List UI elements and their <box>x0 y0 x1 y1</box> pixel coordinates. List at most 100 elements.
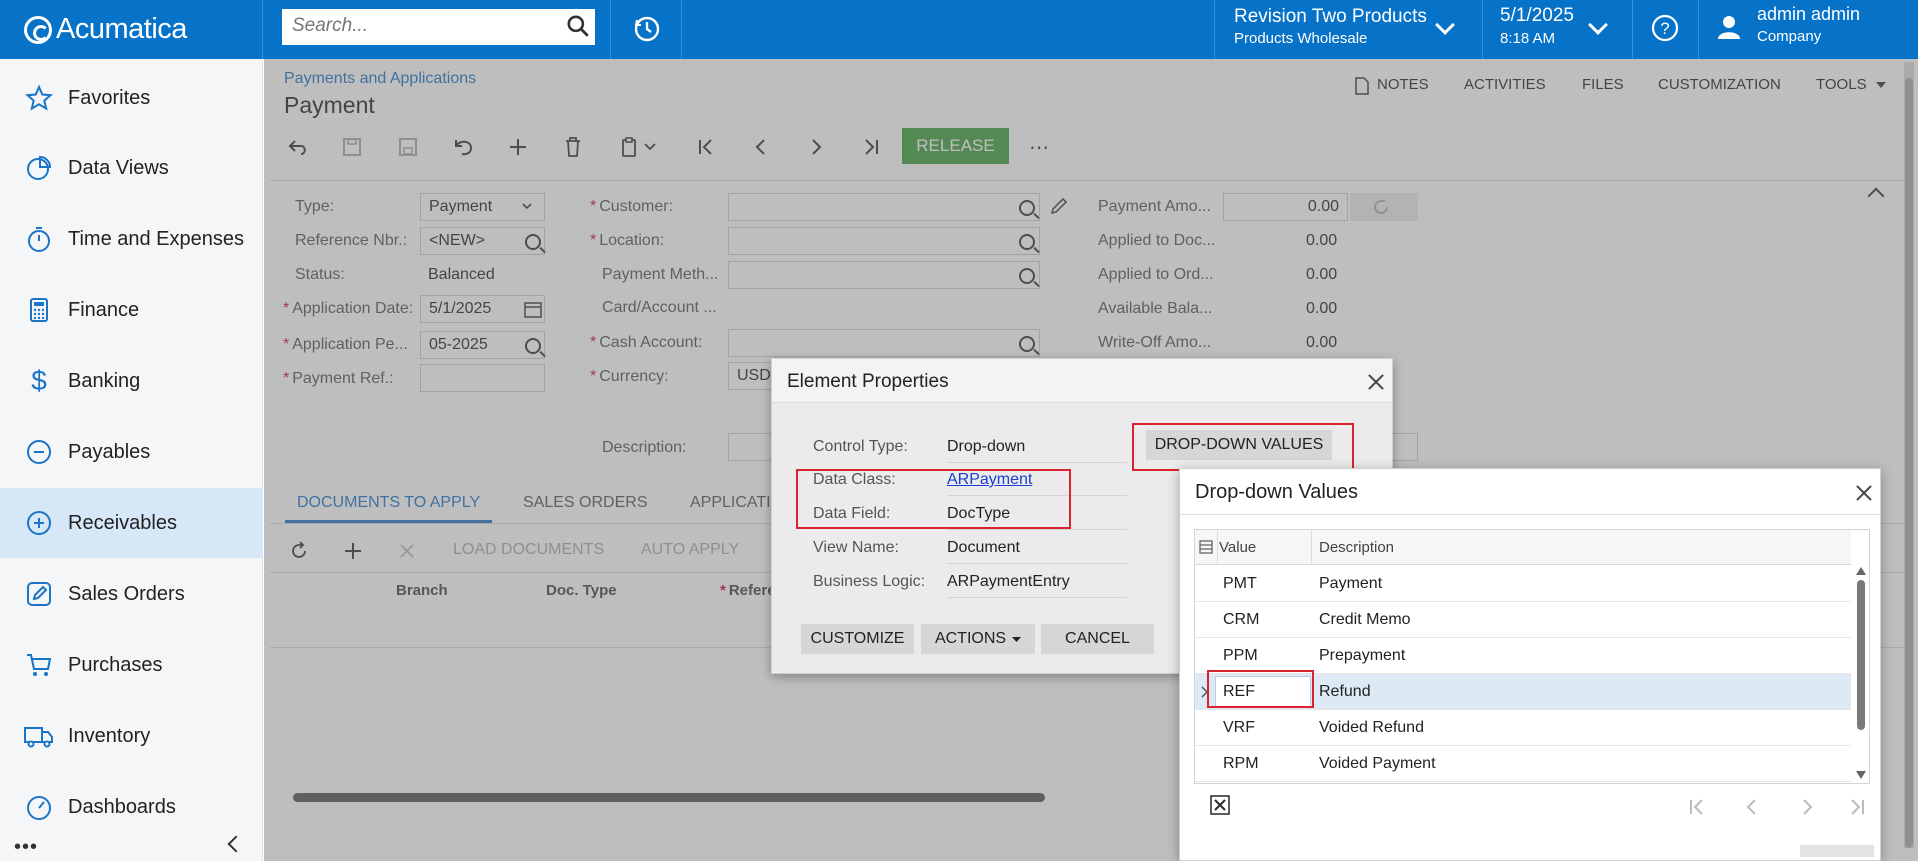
grid-vertical-scrollbar[interactable] <box>1853 565 1869 783</box>
sidebar-more-button[interactable]: ••• <box>14 836 38 859</box>
company-switcher[interactable]: Revision Two Products Products Wholesale <box>1234 6 1427 47</box>
sidebar-item-label: Payables <box>68 440 151 463</box>
business-date-switcher[interactable]: 5/1/2025 8:18 AM <box>1500 5 1574 47</box>
gauge-icon <box>24 792 54 822</box>
chevron-down-icon[interactable] <box>1435 15 1455 35</box>
branch-name: Products Wholesale <box>1234 30 1368 47</box>
history-button[interactable] <box>622 9 672 49</box>
sidebar-item-receivables[interactable]: Receivables <box>0 488 263 558</box>
pie-chart-icon <box>24 153 54 183</box>
scroll-down-icon[interactable] <box>1856 771 1866 779</box>
customize-button[interactable]: CUSTOMIZE <box>801 624 914 654</box>
dollar-icon: $ <box>31 365 47 396</box>
truck-icon <box>24 721 54 751</box>
svg-text:?: ? <box>1660 19 1669 38</box>
sidebar-item-data-views[interactable]: Data Views <box>0 133 263 203</box>
dialog-title: Element Properties <box>787 371 949 392</box>
column-header-value[interactable]: Value <box>1219 539 1256 556</box>
next-page-icon[interactable] <box>1798 798 1816 816</box>
divider <box>610 0 611 59</box>
history-icon <box>634 16 660 42</box>
sidebar-item-finance[interactable]: Finance <box>0 275 263 345</box>
sidebar-item-label: Sales Orders <box>68 582 185 605</box>
divider <box>1214 0 1215 59</box>
table-row[interactable]: CRM Credit Memo <box>1195 602 1851 638</box>
sidebar-item-label: Favorites <box>68 86 151 109</box>
drop-down-values-grid: Value Description PMT Payment CRM Credit… <box>1194 529 1870 784</box>
sidebar-item-favorites[interactable]: Favorites <box>0 63 263 133</box>
user-icon[interactable] <box>1715 13 1743 41</box>
description-cell: Voided Refund <box>1319 719 1424 736</box>
description-cell: Refund <box>1319 683 1371 700</box>
drop-down-values-highlight <box>1132 423 1354 471</box>
company-name: Revision Two Products <box>1234 6 1427 27</box>
control-type-value: Drop-down <box>947 438 1026 455</box>
value-cell: PPM <box>1223 647 1258 664</box>
close-icon[interactable] <box>1367 373 1385 391</box>
divider <box>947 462 1127 463</box>
sidebar-item-label: Finance <box>68 298 140 321</box>
scrollbar-thumb[interactable] <box>1857 580 1865 730</box>
edit-icon <box>24 579 54 609</box>
divider <box>1311 530 1312 565</box>
divider <box>947 563 1127 564</box>
sidebar-item-payables[interactable]: Payables <box>0 417 263 487</box>
star-icon <box>24 83 54 113</box>
view-name-label: View Name: <box>813 539 899 556</box>
cancel-button[interactable]: CANCEL <box>1041 624 1154 654</box>
sidebar-item-banking[interactable]: $ Banking <box>0 346 263 416</box>
sidebar-item-label: Time and Expenses <box>68 227 245 250</box>
global-search-input[interactable]: Search... <box>282 9 595 45</box>
dialog-header: Element Properties <box>772 359 1392 403</box>
previous-page-icon[interactable] <box>1743 798 1761 816</box>
description-cell: Prepayment <box>1319 647 1406 664</box>
sidebar: Favorites Data Views Time and Expenses F… <box>0 59 263 861</box>
last-page-icon[interactable] <box>1848 798 1866 816</box>
table-row[interactable]: RPM Voided Payment <box>1195 746 1851 782</box>
grid-pager <box>1688 795 1868 819</box>
chevron-down-icon[interactable] <box>1588 15 1608 35</box>
sidebar-item-label: Banking <box>68 369 141 392</box>
actions-button[interactable]: ACTIONS <box>921 624 1035 654</box>
calculator-icon <box>24 295 54 325</box>
divider <box>1698 0 1699 59</box>
sidebar-item-inventory[interactable]: Inventory <box>0 701 263 771</box>
export-excel-icon[interactable] <box>1210 795 1230 815</box>
sidebar-item-label: Data Views <box>68 156 169 179</box>
description-cell: Voided Payment <box>1319 755 1436 772</box>
scroll-up-icon[interactable] <box>1856 567 1866 575</box>
top-bar: Acumatica Search... Revision Two Product… <box>0 0 1918 59</box>
divider <box>947 529 1127 530</box>
sidebar-item-label: Inventory <box>68 724 151 747</box>
divider <box>947 597 1127 598</box>
grid-settings-icon[interactable] <box>1199 540 1213 554</box>
column-header-description[interactable]: Description <box>1319 539 1394 556</box>
table-row[interactable]: VRF Voided Refund <box>1195 710 1851 746</box>
sidebar-item-sales-orders[interactable]: Sales Orders <box>0 559 263 629</box>
sidebar-item-time-and-expenses[interactable]: Time and Expenses <box>0 204 263 274</box>
search-icon[interactable] <box>565 13 591 39</box>
first-page-icon[interactable] <box>1688 798 1706 816</box>
user-name: admin admin <box>1757 4 1861 24</box>
divider <box>681 0 682 59</box>
business-time: 8:18 AM <box>1500 30 1556 47</box>
help-icon[interactable]: ? <box>1650 13 1680 43</box>
sidebar-item-dashboards[interactable]: Dashboards <box>0 772 263 842</box>
sidebar-item-label: Purchases <box>68 653 163 676</box>
acumatica-logo[interactable]: Acumatica <box>0 0 263 59</box>
close-icon[interactable] <box>1855 484 1873 502</box>
plus-circle-icon <box>24 508 54 538</box>
user-menu[interactable]: admin admin Company <box>1757 4 1860 45</box>
control-type-label: Control Type: <box>813 438 908 455</box>
dialog-header: Drop-down Values <box>1180 469 1880 515</box>
table-row[interactable]: PPM Prepayment <box>1195 638 1851 674</box>
value-cell: CRM <box>1223 611 1260 628</box>
brand-name: Acumatica <box>56 13 187 45</box>
sidebar-item-purchases[interactable]: Purchases <box>0 630 263 700</box>
drop-down-values-dialog: Drop-down Values Value Description PMT P… <box>1179 468 1881 861</box>
resize-handle[interactable] <box>1800 845 1874 857</box>
table-row[interactable]: PMT Payment <box>1195 566 1851 602</box>
actions-label: ACTIONS <box>934 630 1007 647</box>
business-logic-label: Business Logic: <box>813 573 926 590</box>
caret-down-icon <box>1012 636 1022 642</box>
